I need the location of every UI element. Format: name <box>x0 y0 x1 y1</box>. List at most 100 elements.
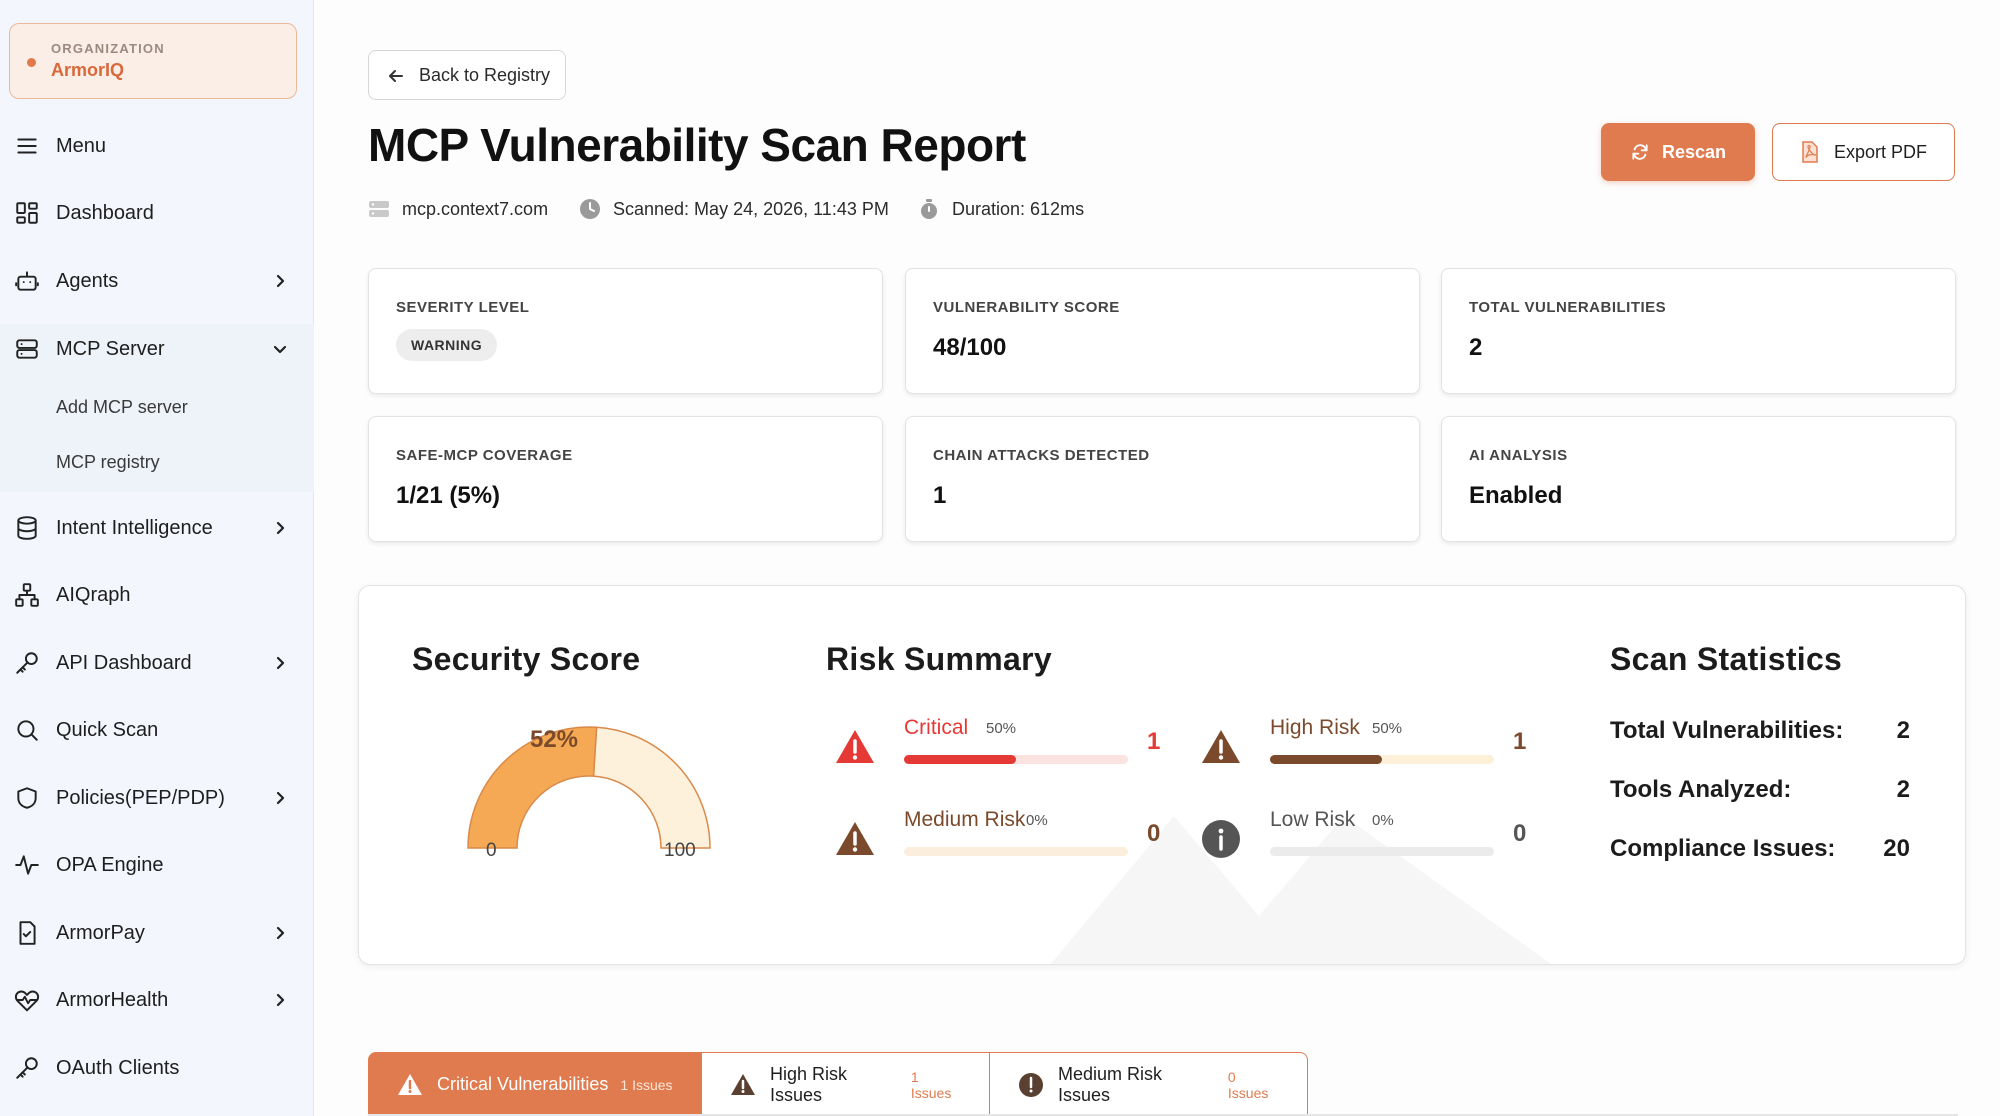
sidebar-item-quick-scan[interactable]: Quick Scan <box>0 704 314 756</box>
risk-count: 0 <box>1147 820 1161 847</box>
receipt-check-icon <box>14 920 40 946</box>
sidebar-item-label: Policies(PEP/PDP) <box>56 786 225 809</box>
chevron-right-icon <box>272 655 288 671</box>
sidebar-item-armorhealth[interactable]: ArmorHealth <box>0 974 314 1026</box>
sidebar-item-agents[interactable]: Agents <box>0 255 314 307</box>
warning-triangle-icon <box>1200 726 1242 768</box>
tab-count: 0 Issues <box>1227 1068 1269 1101</box>
organization-switcher[interactable]: ORGANIZATION ArmorIQ <box>9 23 297 99</box>
sidebar-subitem-mcp-registry[interactable]: MCP registry <box>56 452 160 473</box>
sidebar-subitem-add-mcp-server[interactable]: Add MCP server <box>56 397 188 418</box>
server-icon <box>368 198 390 220</box>
sidebar-item-label: Agents <box>56 269 119 292</box>
gauge-max-label: 100 <box>664 840 696 861</box>
scan-host-text: mcp.context7.com <box>402 198 549 219</box>
card-label: VULNERABILITY SCORE <box>933 299 1120 316</box>
scan-timestamp: Scanned: May 24, 2026, 11:43 PM <box>579 198 889 220</box>
risk-name: High Risk <box>1270 716 1360 739</box>
card-safe-mcp-coverage: SAFE-MCP COVERAGE 1/21 (5%) <box>368 416 883 542</box>
sidebar-item-menu[interactable]: Menu <box>0 120 314 172</box>
tab-critical-vulnerabilities[interactable]: Critical Vulnerabilities 1 Issues <box>368 1052 702 1116</box>
risk-progress-track <box>1270 847 1494 856</box>
rescan-button[interactable]: Rescan <box>1601 123 1755 181</box>
security-score-title: Security Score <box>412 641 641 677</box>
risk-percent: 50% <box>1372 720 1403 737</box>
sidebar-item-label: ArmorHealth <box>56 988 169 1011</box>
card-label: TOTAL VULNERABILITIES <box>1469 299 1667 316</box>
risk-progress-track <box>904 847 1128 856</box>
risk-item-critical: Critical 50% 1 <box>834 716 1164 796</box>
tab-medium-risk-issues[interactable]: Medium Risk Issues 0 Issues <box>990 1052 1308 1116</box>
risk-percent: 0% <box>1372 812 1394 829</box>
gauge-track <box>592 726 711 849</box>
sidebar-item-label: Quick Scan <box>56 718 159 741</box>
alert-circle-icon <box>1018 1072 1044 1098</box>
sidebar-item-label: OAuth Clients <box>56 1056 180 1079</box>
sidebar-item-label: AIQraph <box>56 583 131 606</box>
severity-badge: WARNING <box>396 329 498 361</box>
sidebar-item-api-dashboard[interactable]: API Dashboard <box>0 637 314 689</box>
chevron-right-icon <box>272 992 288 1008</box>
chevron-right-icon <box>272 273 288 289</box>
sidebar-item-opa-engine[interactable]: OPA Engine <box>0 839 314 891</box>
dashboard-grid-icon <box>14 200 40 226</box>
search-icon <box>14 717 40 743</box>
card-label: AI ANALYSIS <box>1469 447 1568 464</box>
sidebar-item-policies[interactable]: Policies(PEP/PDP) <box>0 772 314 824</box>
card-chain-attacks: CHAIN ATTACKS DETECTED 1 <box>905 416 1420 542</box>
sidebar: ORGANIZATION ArmorIQ Menu Dashboard Agen… <box>0 0 314 1116</box>
heart-pulse-icon <box>14 987 40 1013</box>
scan-host: mcp.context7.com <box>368 198 548 220</box>
severity-tabs: Critical Vulnerabilities 1 Issues High R… <box>368 1052 1308 1116</box>
card-label: SAFE-MCP COVERAGE <box>396 447 573 464</box>
card-value: Enabled <box>1469 482 1563 509</box>
card-vulnerability-score: VULNERABILITY SCORE 48/100 <box>905 268 1420 394</box>
card-value: 1 <box>933 482 947 509</box>
chevron-right-icon <box>272 520 288 536</box>
export-pdf-button[interactable]: Export PDF <box>1772 123 1955 181</box>
risk-count: 0 <box>1513 820 1527 847</box>
warning-triangle-icon <box>397 1072 423 1098</box>
risk-progress-track <box>904 755 1128 764</box>
tab-high-risk-issues[interactable]: High Risk Issues 1 Issues <box>702 1052 990 1116</box>
sidebar-item-label: API Dashboard <box>56 651 192 674</box>
sidebar-item-armorpay[interactable]: ArmorPay <box>0 907 314 959</box>
risk-percent: 50% <box>986 720 1017 737</box>
rescan-label: Rescan <box>1661 141 1727 162</box>
chevron-down-icon <box>272 341 288 357</box>
tab-label: Critical Vulnerabilities <box>437 1074 609 1094</box>
scan-duration-text: Duration: 612ms <box>952 198 1085 219</box>
stat-label: Total Vulnerabilities: <box>1610 717 1844 744</box>
gauge-min-label: 0 <box>486 840 497 861</box>
stat-value: 20 <box>1883 835 1910 862</box>
sidebar-item-aiqraph[interactable]: AIQraph <box>0 569 314 621</box>
tab-count: 1 Issues <box>910 1068 952 1101</box>
risk-count: 1 <box>1147 728 1161 755</box>
key-icon <box>14 650 40 676</box>
sidebar-item-label: ArmorPay <box>56 921 145 944</box>
sidebar-item-label: Dashboard <box>56 201 154 224</box>
risk-progress-track <box>1270 755 1494 764</box>
org-name: ArmorIQ <box>51 60 125 80</box>
card-ai-analysis: AI ANALYSIS Enabled <box>1441 416 1956 542</box>
shield-icon <box>14 785 40 811</box>
back-to-registry-button[interactable]: Back to Registry <box>368 50 566 100</box>
stat-value: 2 <box>1896 776 1910 803</box>
tab-label: High Risk Issues <box>770 1063 848 1105</box>
sidebar-item-label: Menu <box>56 134 107 157</box>
risk-name: Low Risk <box>1270 808 1356 831</box>
card-label: SEVERITY LEVEL <box>396 299 530 316</box>
tab-label: Medium Risk Issues <box>1058 1063 1163 1105</box>
sidebar-item-dashboard[interactable]: Dashboard <box>0 187 314 239</box>
sidebar-item-label: MCP Server <box>56 337 165 360</box>
stopwatch-icon <box>918 198 940 220</box>
org-label: ORGANIZATION <box>51 41 165 56</box>
stat-value: 2 <box>1896 717 1910 744</box>
sidebar-item-label: Intent Intelligence <box>56 516 213 539</box>
sidebar-item-mcp-server[interactable]: MCP Server <box>0 323 314 375</box>
sidebar-item-oauth-clients[interactable]: OAuth Clients <box>0 1042 314 1094</box>
network-icon <box>14 582 40 608</box>
sidebar-item-intent-intelligence[interactable]: Intent Intelligence <box>0 502 314 554</box>
risk-progress-fill <box>904 755 1016 764</box>
warning-triangle-icon <box>834 818 876 860</box>
